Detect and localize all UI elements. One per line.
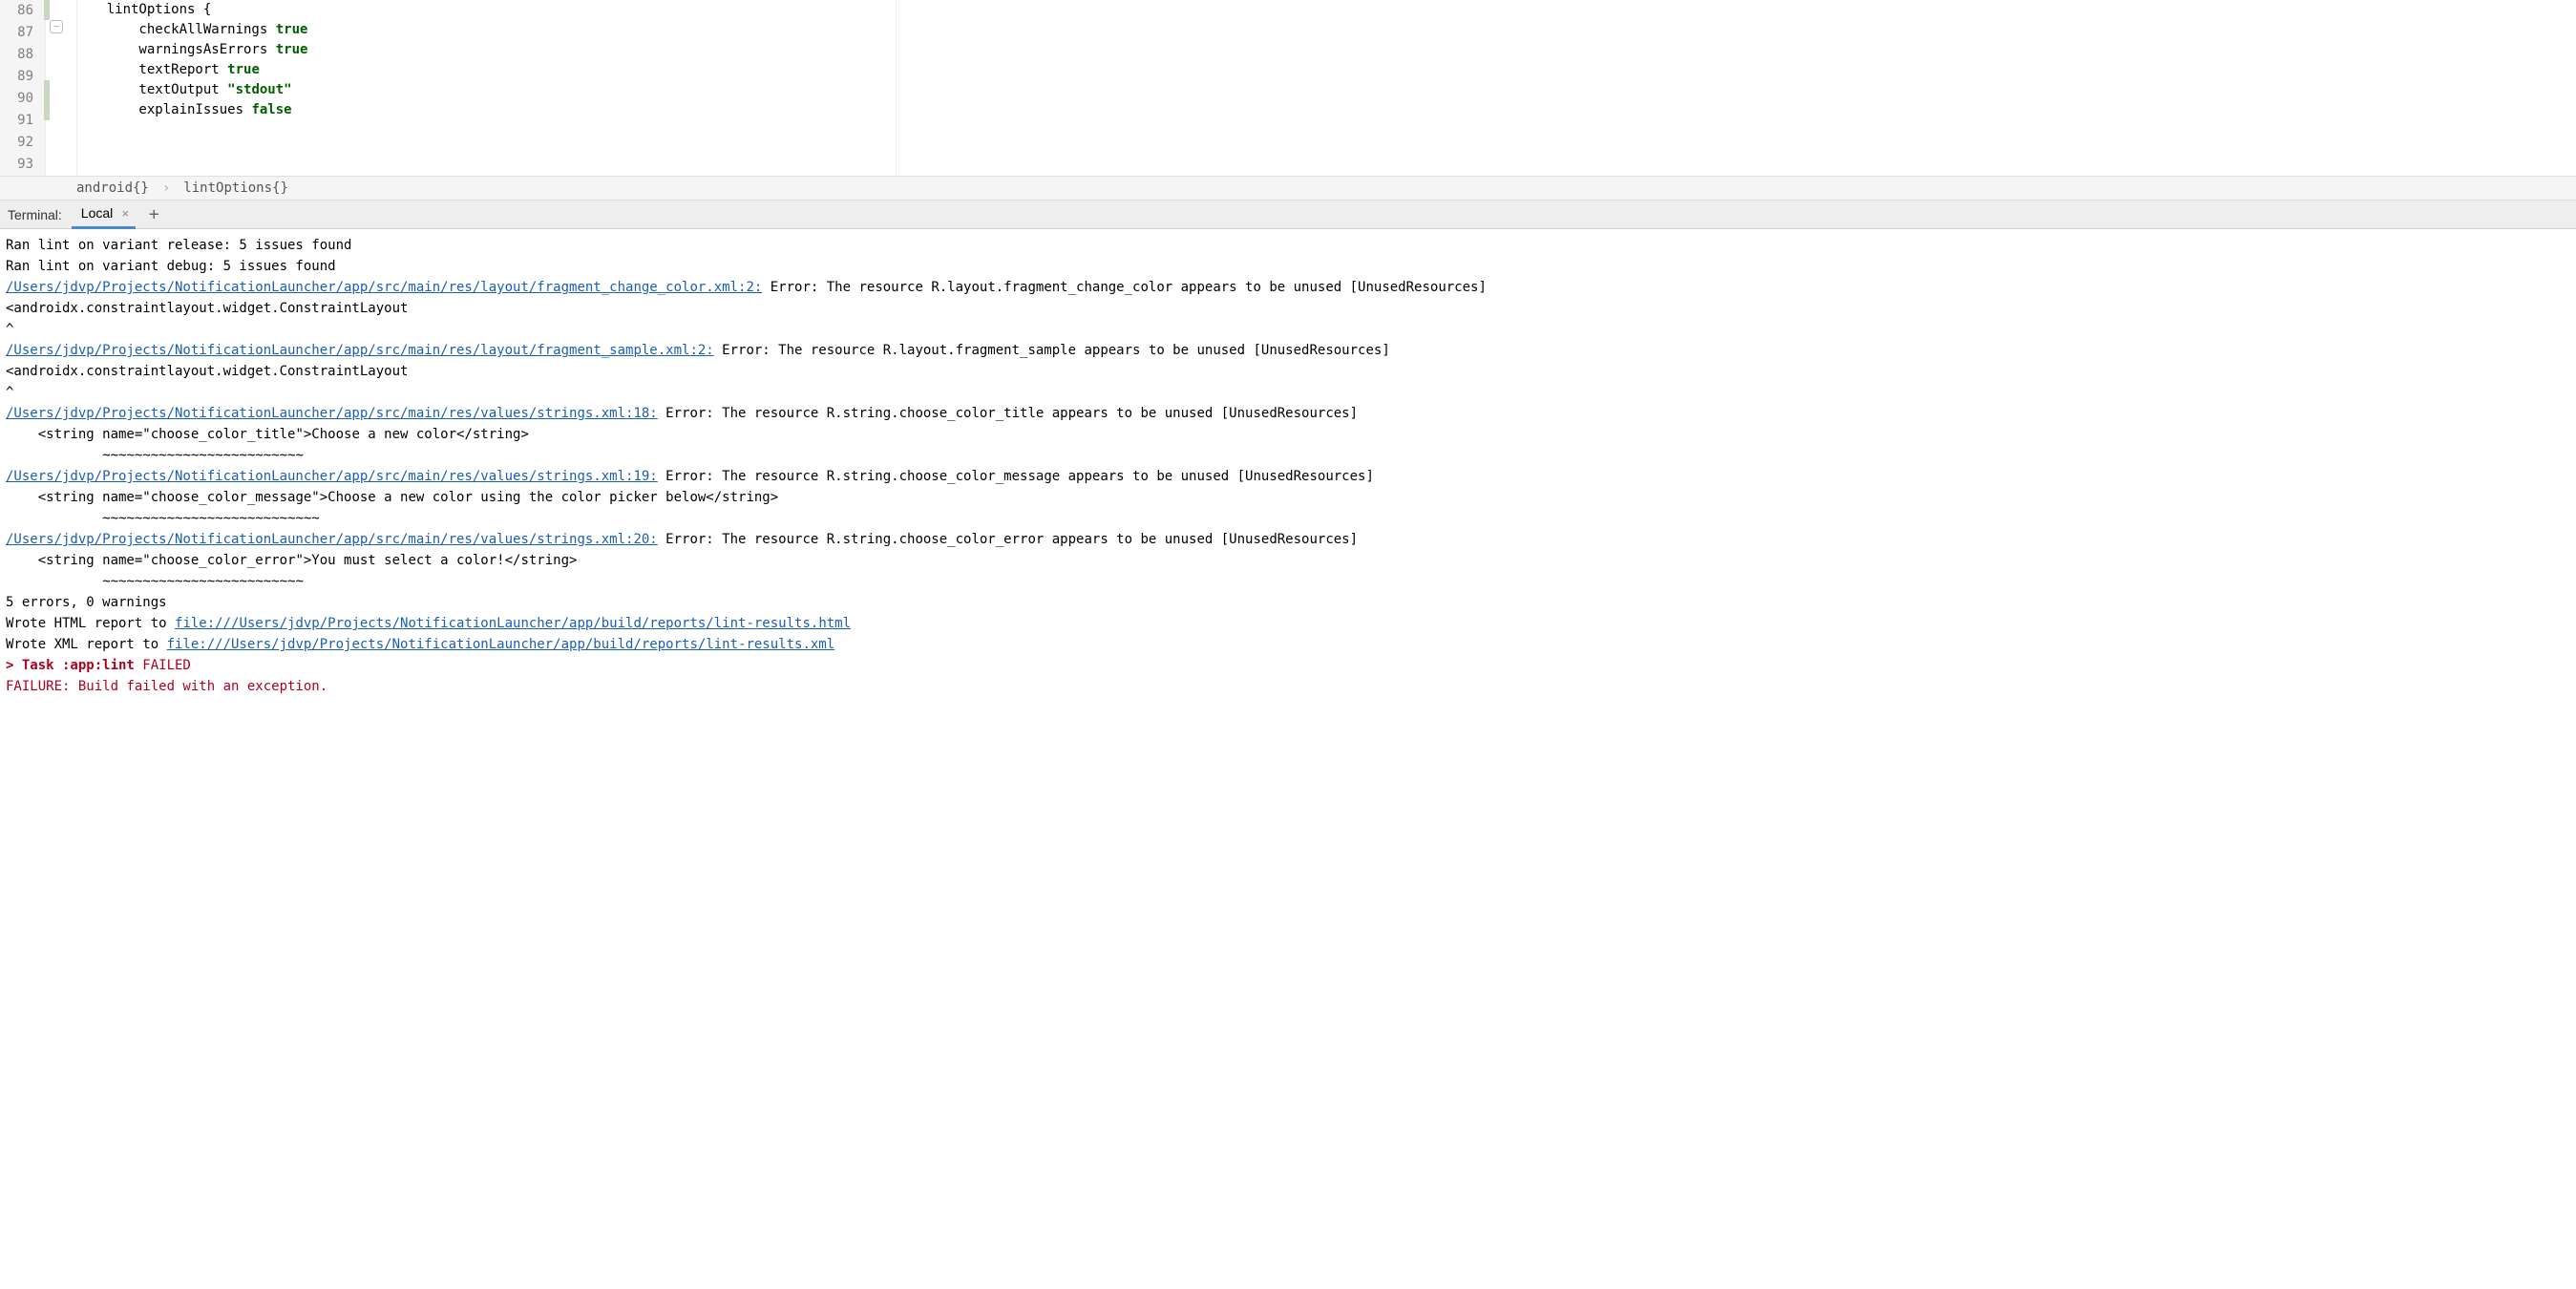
terminal-line: <string name="choose_color_error">You mu… (6, 550, 2570, 571)
terminal-tab-local[interactable]: Local × (72, 201, 136, 229)
close-icon[interactable]: × (118, 206, 132, 221)
editor-area: – 8687888990919293 lintOptions { checkAl… (0, 0, 2576, 201)
terminal-line: ~~~~~~~~~~~~~~~~~~~~~~~~~~~ (6, 508, 2570, 529)
line-number: 91 (0, 110, 45, 132)
terminal-text: Error: The resource R.string.choose_colo… (658, 532, 1358, 547)
code-line[interactable]: warningsAsErrors true (74, 40, 2576, 60)
terminal-line: ^ (6, 319, 2570, 340)
terminal-line: <string name="choose_color_message">Choo… (6, 487, 2570, 508)
terminal-line: > Task :app:lint FAILED (6, 655, 2570, 676)
terminal-link[interactable]: /Users/jdvp/Projects/NotificationLaunche… (6, 343, 714, 358)
terminal-link[interactable]: /Users/jdvp/Projects/NotificationLaunche… (6, 280, 762, 295)
line-number: 88 (0, 44, 45, 66)
code-line[interactable]: checkAllWarnings true (74, 20, 2576, 40)
terminal-line: ~~~~~~~~~~~~~~~~~~~~~~~~~ (6, 571, 2570, 592)
terminal-tab-bar: Terminal: Local × + (0, 201, 2576, 229)
terminal-line: /Users/jdvp/Projects/NotificationLaunche… (6, 340, 2570, 361)
terminal-text: Error: The resource R.string.choose_colo… (658, 469, 1374, 484)
terminal-text: <string name="choose_color_message">Choo… (6, 490, 778, 505)
terminal-link[interactable]: /Users/jdvp/Projects/NotificationLaunche… (6, 532, 658, 547)
line-number: 93 (0, 154, 45, 176)
breadcrumb-item[interactable]: android{} (76, 180, 149, 196)
terminal-text: Error: The resource R.layout.fragment_ch… (762, 280, 1487, 295)
terminal-text: ~~~~~~~~~~~~~~~~~~~~~~~~~ (6, 574, 304, 589)
terminal-text: 5 errors, 0 warnings (6, 595, 167, 610)
right-margin (896, 0, 897, 176)
terminal-text: Error: The resource R.string.choose_colo… (658, 406, 1358, 421)
terminal-text: ^ (6, 385, 13, 400)
terminal-line: ^ (6, 382, 2570, 403)
terminal-text: FAILED (135, 658, 191, 673)
code-token: textOutput (74, 82, 227, 97)
terminal-title: Terminal: (8, 207, 62, 222)
terminal-link[interactable]: file:///Users/jdvp/Projects/Notification… (167, 637, 835, 652)
breadcrumb: android{} › lintOptions{} (0, 176, 2576, 201)
code-line[interactable]: explainIssues false (74, 100, 2576, 120)
terminal-text: Ran lint on variant debug: 5 issues foun… (6, 259, 336, 274)
terminal-line: /Users/jdvp/Projects/NotificationLaunche… (6, 403, 2570, 424)
line-number: 92 (0, 132, 45, 154)
terminal-line: ~~~~~~~~~~~~~~~~~~~~~~~~~ (6, 445, 2570, 466)
terminal-line: <androidx.constraintlayout.widget.Constr… (6, 361, 2570, 382)
terminal-line: Ran lint on variant debug: 5 issues foun… (6, 256, 2570, 277)
terminal-link[interactable]: /Users/jdvp/Projects/NotificationLaunche… (6, 469, 658, 484)
code-keyword: false (251, 102, 291, 117)
add-tab-button[interactable]: + (145, 204, 162, 224)
indent-guide (76, 0, 77, 176)
terminal-text: <string name="choose_color_error">You mu… (6, 553, 577, 568)
terminal-text: Wrote XML report to (6, 637, 167, 652)
code-keyword: true (276, 22, 308, 37)
code-line[interactable]: lintOptions { (74, 0, 2576, 20)
terminal-text: Wrote HTML report to (6, 616, 175, 631)
terminal-text: Ran lint on variant release: 5 issues fo… (6, 238, 351, 253)
terminal-line: Wrote XML report to file:///Users/jdvp/P… (6, 634, 2570, 655)
terminal-line: Ran lint on variant release: 5 issues fo… (6, 235, 2570, 256)
editor-code[interactable]: lintOptions { checkAllWarnings true warn… (46, 0, 2576, 176)
editor-body[interactable]: – 8687888990919293 lintOptions { checkAl… (0, 0, 2576, 176)
terminal-tab-label: Local (81, 205, 113, 221)
code-line[interactable]: textReport true (74, 60, 2576, 80)
terminal-line: <string name="choose_color_title">Choose… (6, 424, 2570, 445)
terminal-line: 5 errors, 0 warnings (6, 592, 2570, 613)
editor-gutter: 8687888990919293 (0, 0, 46, 176)
code-token: textReport (74, 62, 227, 77)
terminal-link[interactable]: /Users/jdvp/Projects/NotificationLaunche… (6, 406, 658, 421)
line-number: 89 (0, 66, 45, 88)
code-token: warningsAsErrors (74, 42, 276, 57)
line-number: 90 (0, 88, 45, 110)
terminal-text: ^ (6, 322, 13, 337)
terminal-line: /Users/jdvp/Projects/NotificationLaunche… (6, 277, 2570, 298)
terminal-output[interactable]: Ran lint on variant release: 5 issues fo… (0, 229, 2576, 1289)
terminal-text: <androidx.constraintlayout.widget.Constr… (6, 301, 408, 316)
breadcrumb-item[interactable]: lintOptions{} (183, 180, 288, 196)
terminal-line: /Users/jdvp/Projects/NotificationLaunche… (6, 466, 2570, 487)
terminal-text: Error: The resource R.layout.fragment_sa… (714, 343, 1390, 358)
code-keyword: true (276, 42, 308, 57)
terminal-text: ~~~~~~~~~~~~~~~~~~~~~~~~~~~ (6, 511, 320, 526)
code-keyword: "stdout" (227, 82, 291, 97)
code-line[interactable]: textOutput "stdout" (74, 80, 2576, 100)
terminal-line: Wrote HTML report to file:///Users/jdvp/… (6, 613, 2570, 634)
terminal-text: FAILURE: Build failed with an exception. (6, 679, 327, 694)
code-keyword: true (227, 62, 260, 77)
terminal-link[interactable]: file:///Users/jdvp/Projects/Notification… (175, 616, 851, 631)
terminal-text: <androidx.constraintlayout.widget.Constr… (6, 364, 408, 379)
terminal-text: <string name="choose_color_title">Choose… (6, 427, 529, 442)
terminal-line: /Users/jdvp/Projects/NotificationLaunche… (6, 529, 2570, 550)
line-number: 86 (0, 0, 45, 22)
terminal-text: ~~~~~~~~~~~~~~~~~~~~~~~~~ (6, 448, 304, 463)
chevron-right-icon: › (162, 180, 170, 196)
code-token: explainIssues (74, 102, 251, 117)
terminal-line: <androidx.constraintlayout.widget.Constr… (6, 298, 2570, 319)
terminal-text: > Task :app:lint (6, 658, 135, 673)
terminal-line: FAILURE: Build failed with an exception. (6, 676, 2570, 697)
code-token: checkAllWarnings (74, 22, 276, 37)
line-number: 87 (0, 22, 45, 44)
